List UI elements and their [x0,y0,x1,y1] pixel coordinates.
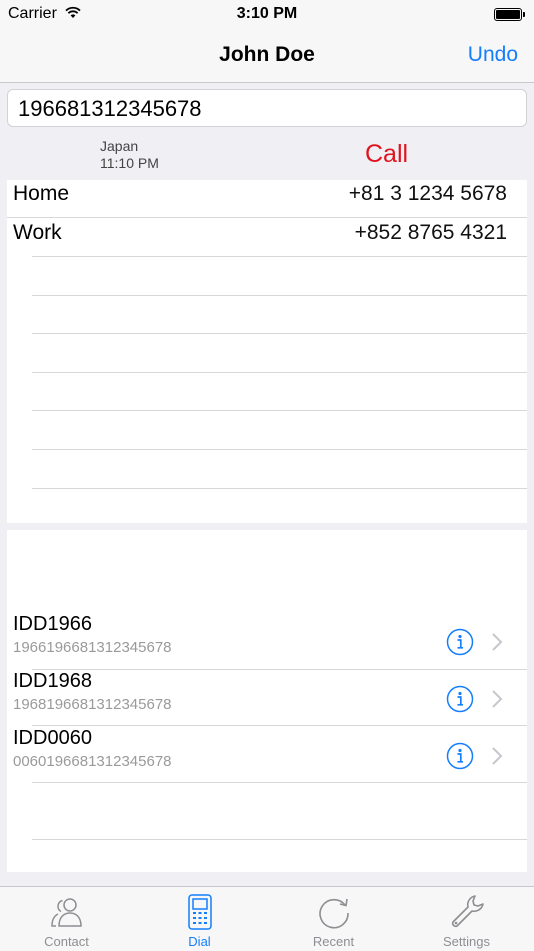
tab-recent[interactable]: Recent [267,887,400,951]
phone-number-field[interactable]: 196681312345678 [7,89,527,127]
dial-icon [188,894,212,930]
row-divider [32,410,527,411]
info-icon[interactable] [446,685,474,713]
phone-number: +852 8765 4321 [354,221,507,244]
row-divider [32,372,527,373]
status-bar: Carrier 3:10 PM [0,0,534,30]
contacts-icon [51,898,82,927]
idd-option-title: IDD1968 [13,670,92,692]
clock: 3:10 PM [236,5,298,22]
battery-icon [494,8,525,21]
chevron-right-icon [492,747,503,765]
idd-option-row[interactable]: IDD1968 1968196681312345678 [7,670,527,726]
row-divider [7,217,527,218]
chevron-right-icon [492,633,503,651]
phone-row-work[interactable]: Work +852 8765 4321 [7,219,527,257]
tab-contact[interactable]: Contact [0,887,133,951]
phone-label: Work [13,221,62,244]
destination-local-time: 11:10 PM [100,155,159,171]
page-title: John Doe [219,43,315,66]
chevron-right-icon [492,690,503,708]
phone-label: Home [13,182,70,205]
tab-label: Contact [44,934,89,949]
phone-row-home[interactable]: Home +81 3 1234 5678 [7,180,527,218]
tab-dial[interactable]: Dial [133,887,266,951]
idd-option-number: 1966196681312345678 [13,639,172,656]
tab-settings[interactable]: Settings [400,887,533,951]
row-divider [32,295,527,296]
row-divider [32,333,527,334]
row-divider [32,725,527,726]
tab-label: Recent [312,934,355,949]
destination-country: Japan [100,138,139,154]
idd-option-row[interactable]: IDD1966 1966196681312345678 [7,613,527,669]
idd-option-number: 0060196681312345678 [13,753,172,770]
phone-number: +81 3 1234 5678 [348,182,507,205]
idd-option-title: IDD0060 [13,727,92,749]
tab-label: Dial [188,934,211,949]
idd-option-row[interactable]: IDD0060 0060196681312345678 [7,727,527,783]
phone-number-list: Home +81 3 1234 5678 Work +852 8765 4321 [7,180,527,523]
tab-label: Settings [443,934,490,949]
undo-button[interactable]: Undo [468,43,518,67]
row-divider [32,782,527,783]
call-button[interactable]: Call [365,140,408,169]
recent-icon [319,898,349,929]
row-divider [32,488,527,489]
idd-option-number: 1968196681312345678 [13,696,172,713]
row-divider [32,256,527,257]
row-divider [32,449,527,450]
idd-prefix-list: IDD1966 1966196681312345678 IDD1968 1968… [7,530,527,872]
tab-bar: Contact Dial Recent Settings [0,886,534,951]
settings-icon [451,895,484,928]
info-icon[interactable] [446,742,474,770]
idd-option-title: IDD1966 [13,613,92,635]
navigation-bar: John Doe Undo [0,30,534,83]
row-divider [32,839,527,840]
info-icon[interactable] [446,628,474,656]
